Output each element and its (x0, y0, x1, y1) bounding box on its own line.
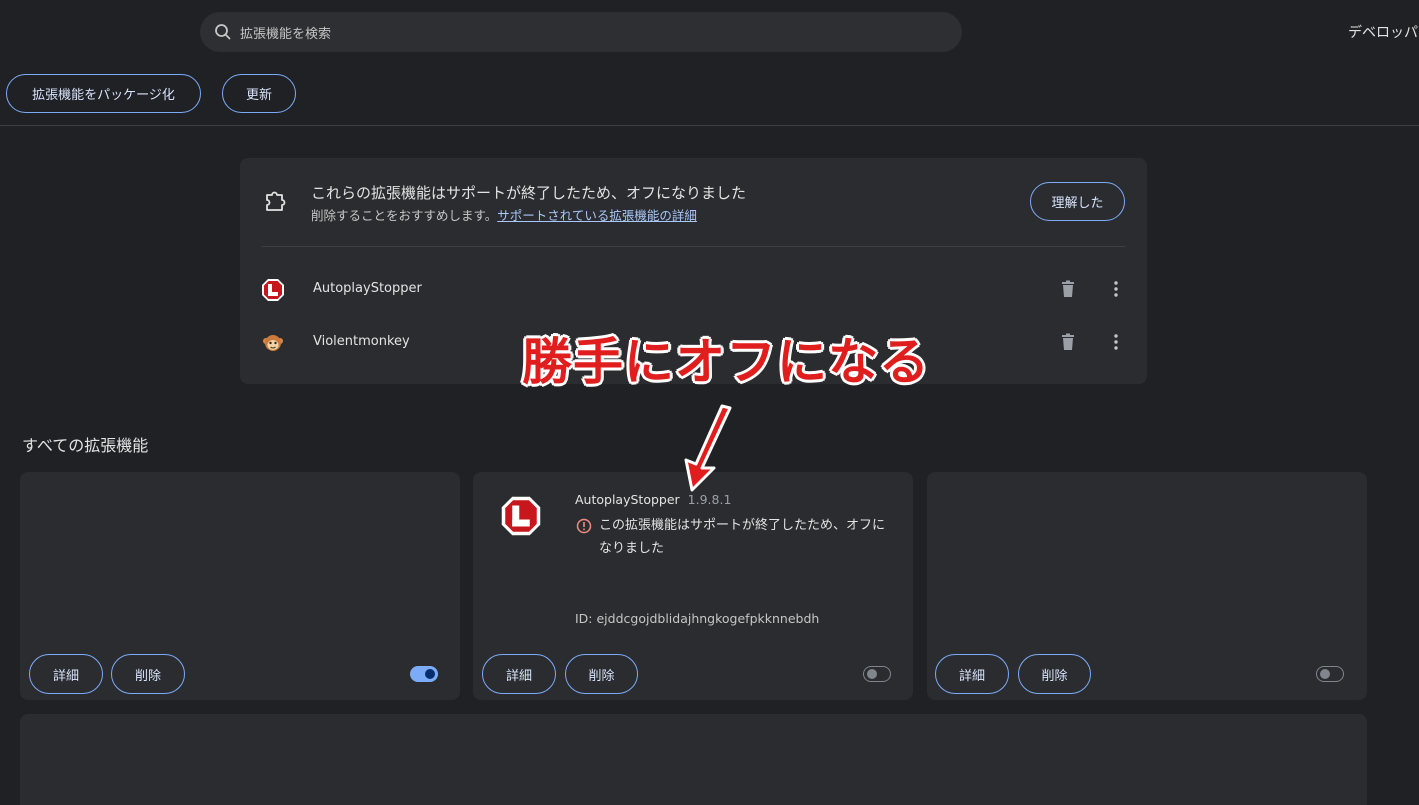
notice-divider (262, 246, 1125, 247)
trash-icon[interactable] (1058, 279, 1078, 299)
search-placeholder: 拡張機能を検索 (240, 26, 332, 42)
more-vert-icon[interactable] (1106, 332, 1126, 352)
extension-card (20, 714, 1367, 805)
annotation-callout: 勝手にオフになる (522, 333, 930, 391)
error-icon (576, 518, 592, 534)
acknowledge-button[interactable]: 理解した (1030, 182, 1125, 221)
notice-item-name: Violentmonkey (313, 334, 410, 349)
trash-icon[interactable] (1058, 332, 1078, 352)
supported-extensions-link[interactable]: サポートされている拡張機能の詳細 (497, 208, 697, 223)
extension-name: AutoplayStopper 1.9.8.1 (575, 492, 731, 507)
remove-button[interactable]: 削除 (565, 654, 638, 694)
autoplaystopper-icon (501, 496, 541, 536)
details-button[interactable]: 詳細 (482, 654, 556, 694)
notice-item-name: AutoplayStopper (313, 281, 422, 296)
toggle-knob (1320, 669, 1330, 679)
notice-subtitle-text: 削除することをおすすめします。 (311, 208, 498, 223)
developer-mode-label[interactable]: デベロッパ (1348, 22, 1418, 42)
more-vert-icon[interactable] (1106, 279, 1126, 299)
extension-name-text: AutoplayStopper (575, 492, 680, 507)
violentmonkey-icon (263, 335, 283, 351)
toolbar-divider (0, 125, 1419, 126)
extension-version: 1.9.8.1 (687, 492, 732, 507)
remove-button[interactable]: 削除 (111, 654, 185, 694)
details-button[interactable]: 詳細 (935, 654, 1009, 694)
toggle-knob (425, 669, 435, 679)
autoplaystopper-icon (262, 279, 284, 301)
pack-extension-button[interactable]: 拡張機能をパッケージ化 (6, 74, 201, 113)
toggle-knob (867, 669, 877, 679)
remove-button[interactable]: 削除 (1018, 654, 1091, 694)
update-button[interactable]: 更新 (222, 74, 296, 113)
search-icon (215, 24, 231, 40)
enable-toggle[interactable] (863, 666, 891, 682)
puzzle-piece-icon (266, 191, 286, 211)
all-extensions-heading: すべての拡張機能 (22, 436, 149, 455)
extension-id: ID: ejddcgojdblidajhngkogefpkknnebdh (575, 611, 820, 626)
search-box[interactable]: 拡張機能を検索 (200, 12, 962, 52)
notice-title: これらの拡張機能はサポートが終了したため、オフになりました (311, 184, 747, 202)
annotation-arrow-icon (684, 404, 732, 492)
notice-subtitle: 削除することをおすすめします。サポートされている拡張機能の詳細 (311, 205, 697, 224)
details-button[interactable]: 詳細 (29, 654, 103, 694)
enable-toggle[interactable] (1316, 666, 1344, 682)
extension-warning: この拡張機能はサポートが終了したため、オフになりました (599, 518, 886, 556)
enable-toggle[interactable] (410, 666, 438, 682)
